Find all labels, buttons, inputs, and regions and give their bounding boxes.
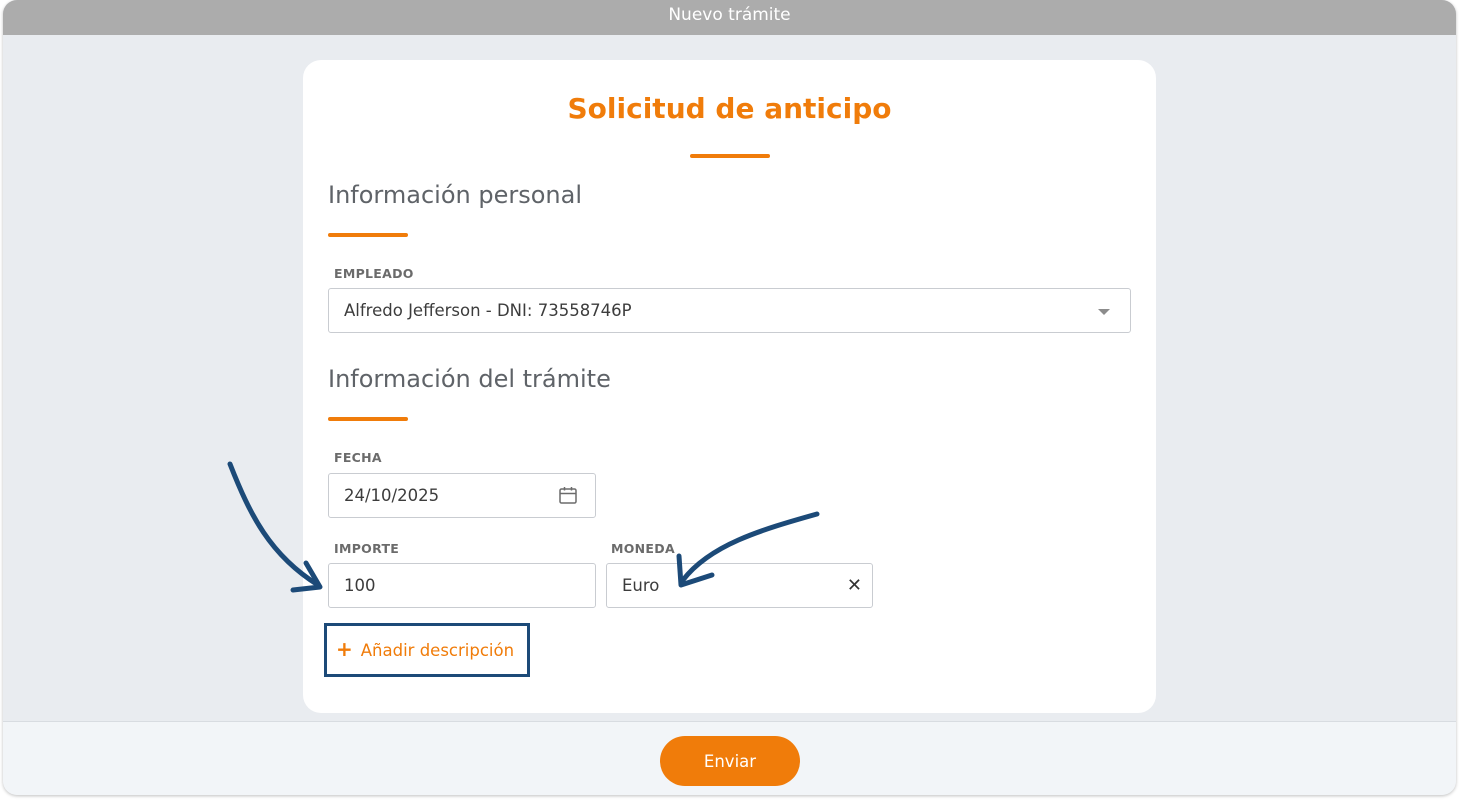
chevron-down-icon[interactable] [1098,309,1110,315]
empleado-value: Alfredo Jefferson - DNI: 73558746P [344,301,632,320]
title-underline [690,154,770,158]
form-card: Solicitud de anticipo Información person… [303,60,1156,713]
moneda-select[interactable]: Euro ✕ [606,563,873,608]
fecha-value: 24/10/2025 [344,486,440,505]
importe-input[interactable]: 100 [328,563,596,608]
moneda-label: MONEDA [611,541,675,556]
plus-icon: + [336,637,353,661]
fecha-input[interactable]: 24/10/2025 [328,473,596,518]
importe-value: 100 [344,576,376,595]
app-window: Nuevo trámite Solicitud de anticipo Info… [3,0,1456,795]
form-title: Solicitud de anticipo [567,92,892,125]
section-title-tramite: Información del trámite [328,365,611,393]
importe-label: IMPORTE [334,541,400,556]
section-title-personal: Información personal [328,181,582,209]
empleado-label: EMPLEADO [334,266,414,281]
calendar-icon[interactable] [558,485,578,505]
section-underline-tramite [328,417,408,421]
empleado-select[interactable]: Alfredo Jefferson - DNI: 73558746P [328,288,1131,333]
send-button[interactable]: Enviar [660,736,800,786]
add-description-label: Añadir descripción [360,641,515,660]
section-underline-personal [328,233,408,237]
moneda-value: Euro [622,576,660,595]
add-description-button[interactable]: + Añadir descripción [324,623,530,677]
footer-bar: Enviar [3,721,1456,795]
window-title: Nuevo trámite [3,0,1456,35]
close-icon[interactable]: ✕ [847,564,862,607]
fecha-label: FECHA [334,450,382,465]
